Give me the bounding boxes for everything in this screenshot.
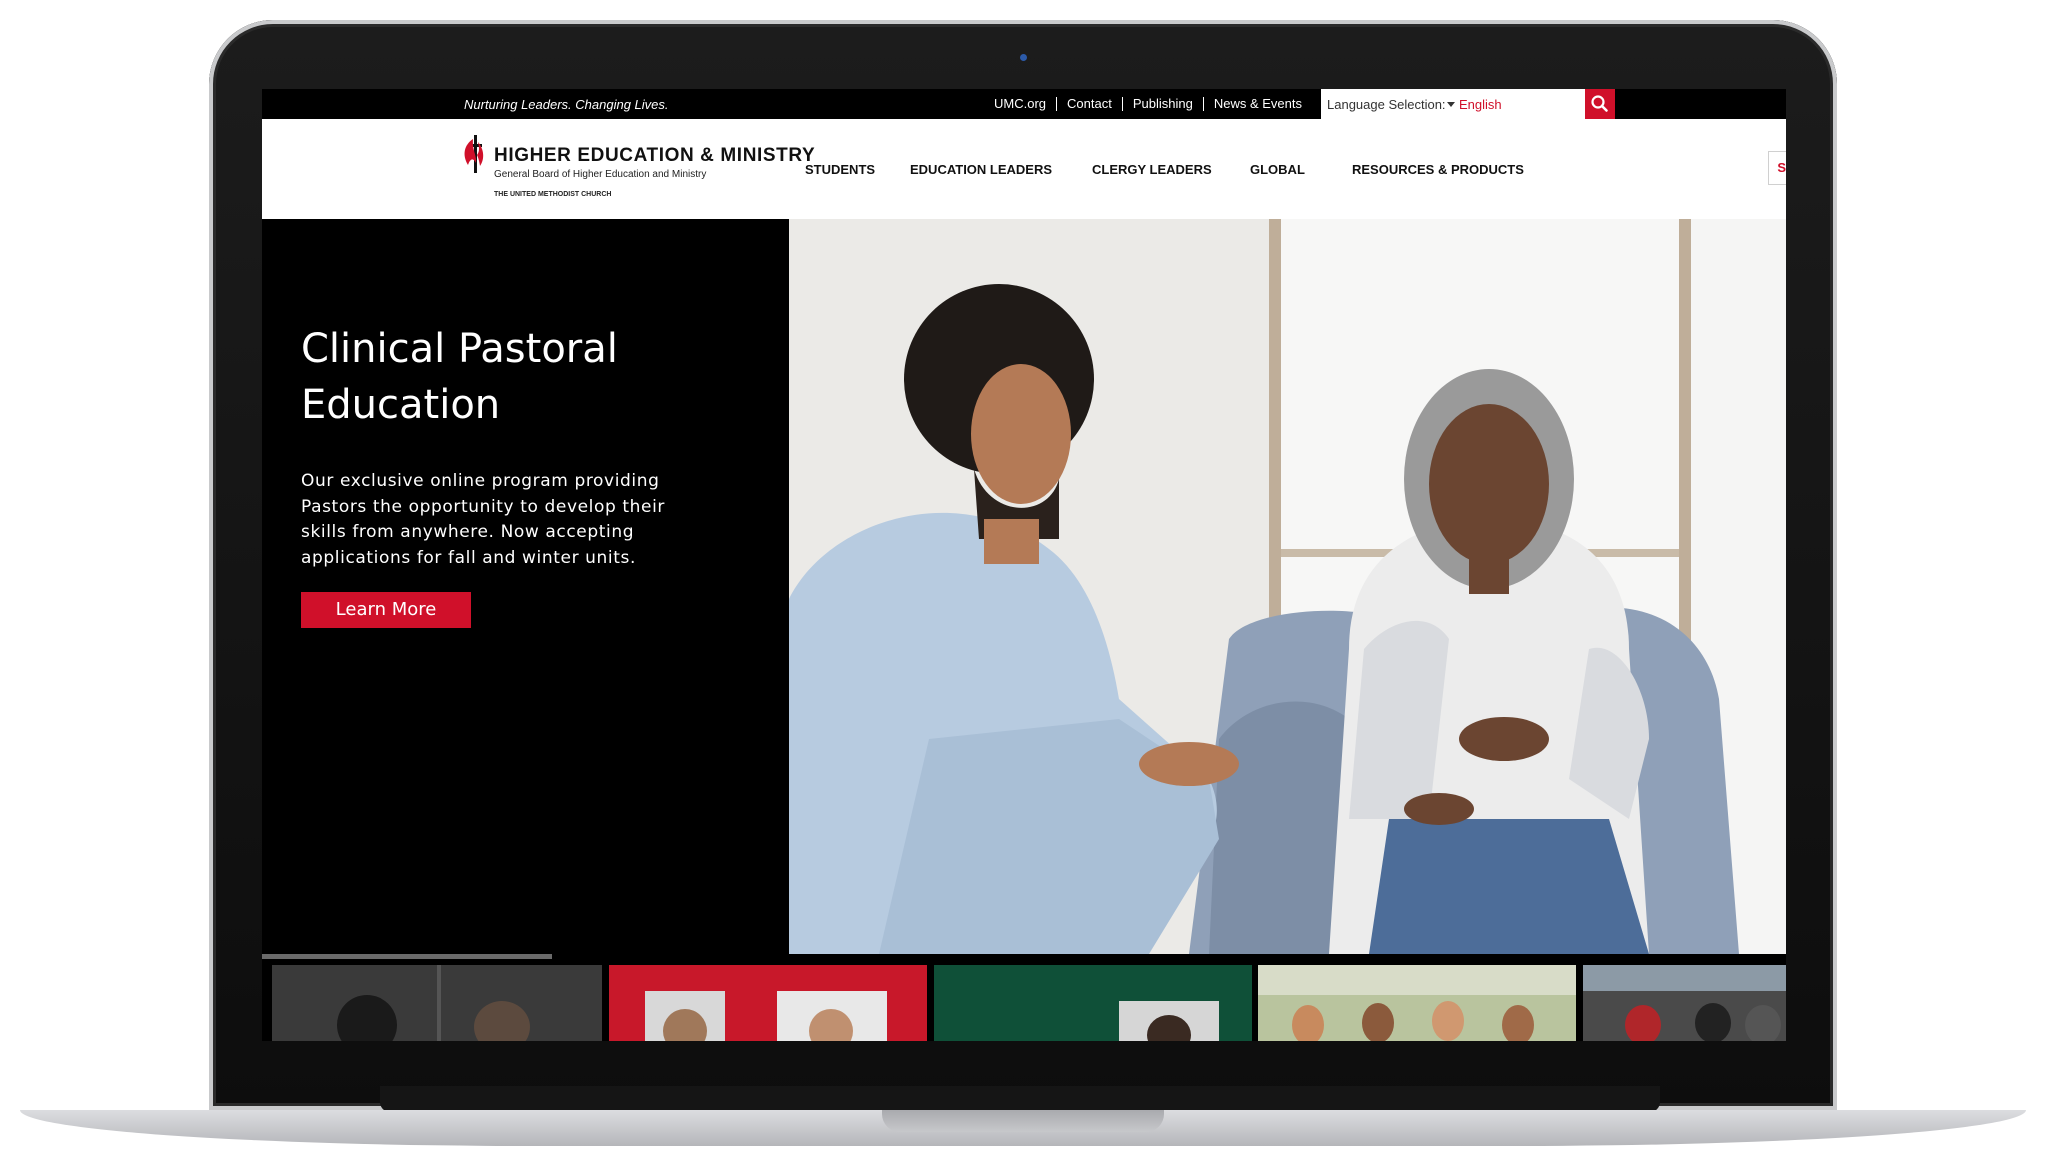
- nav-resources-products[interactable]: RESOURCES & PRODUCTS: [1352, 162, 1524, 177]
- thumbnail-strip: [262, 959, 1786, 1041]
- nav-clergy-leaders[interactable]: CLERGY LEADERS: [1092, 162, 1212, 177]
- browser-viewport: Nurturing Leaders. Changing Lives. UMC.o…: [262, 89, 1786, 1041]
- language-selector[interactable]: Language Selection: English: [1321, 89, 1585, 119]
- utility-bar: Nurturing Leaders. Changing Lives. UMC.o…: [262, 89, 1786, 119]
- hero-description: Our exclusive online program providing P…: [301, 471, 665, 568]
- site-header: HIGHER EDUCATION & MINISTRY General Boar…: [262, 119, 1786, 219]
- slide-thumbnail[interactable]: [1258, 965, 1576, 1041]
- logo-subtitle: General Board of Higher Education and Mi…: [494, 169, 707, 180]
- hero-panel: Clinical Pastoral Education Our exclusiv…: [262, 219, 789, 954]
- nav-education-leaders[interactable]: EDUCATION LEADERS: [910, 162, 1052, 177]
- slide-thumbnail[interactable]: [609, 965, 927, 1041]
- hero-photo: [789, 219, 1786, 954]
- link-umc-org[interactable]: UMC.org: [984, 97, 1056, 111]
- slide-thumbnail[interactable]: [934, 965, 1252, 1041]
- laptop-bezel: [380, 1086, 1660, 1112]
- link-publishing[interactable]: Publishing: [1121, 97, 1203, 111]
- search-button[interactable]: [1585, 89, 1615, 119]
- learn-more-button[interactable]: Learn More: [301, 592, 471, 628]
- logo-title: HIGHER EDUCATION & MINISTRY: [494, 145, 816, 166]
- link-contact[interactable]: Contact: [1056, 97, 1122, 111]
- cross-and-flame-icon: [464, 135, 484, 173]
- site-logo[interactable]: HIGHER EDUCATION & MINISTRY General Boar…: [460, 133, 815, 203]
- search-icon: [1591, 95, 1608, 112]
- nav-global[interactable]: GLOBAL: [1250, 162, 1305, 177]
- utility-links: UMC.org Contact Publishing News & Events: [984, 97, 1312, 111]
- logo-church: THE UNITED METHODIST CHURCH: [494, 191, 612, 198]
- language-label: Language Selection:: [1327, 97, 1446, 112]
- tagline: Nurturing Leaders. Changing Lives.: [464, 97, 669, 112]
- camera-icon: [1020, 54, 1027, 61]
- nav-scholarships[interactable]: SCHOLARSHIPS: [1768, 151, 1786, 185]
- language-value[interactable]: English: [1459, 97, 1502, 112]
- hero-photo-illustration: [789, 219, 1786, 954]
- caret-down-icon: [1447, 102, 1455, 107]
- slide-thumbnail[interactable]: [1583, 965, 1786, 1041]
- nav-students[interactable]: STUDENTS: [805, 162, 875, 177]
- slide-thumbnail[interactable]: [272, 965, 602, 1041]
- hero-title: Clinical Pastoral Education: [301, 326, 618, 428]
- link-news-events[interactable]: News & Events: [1202, 97, 1312, 111]
- laptop-notch: [882, 1110, 1164, 1132]
